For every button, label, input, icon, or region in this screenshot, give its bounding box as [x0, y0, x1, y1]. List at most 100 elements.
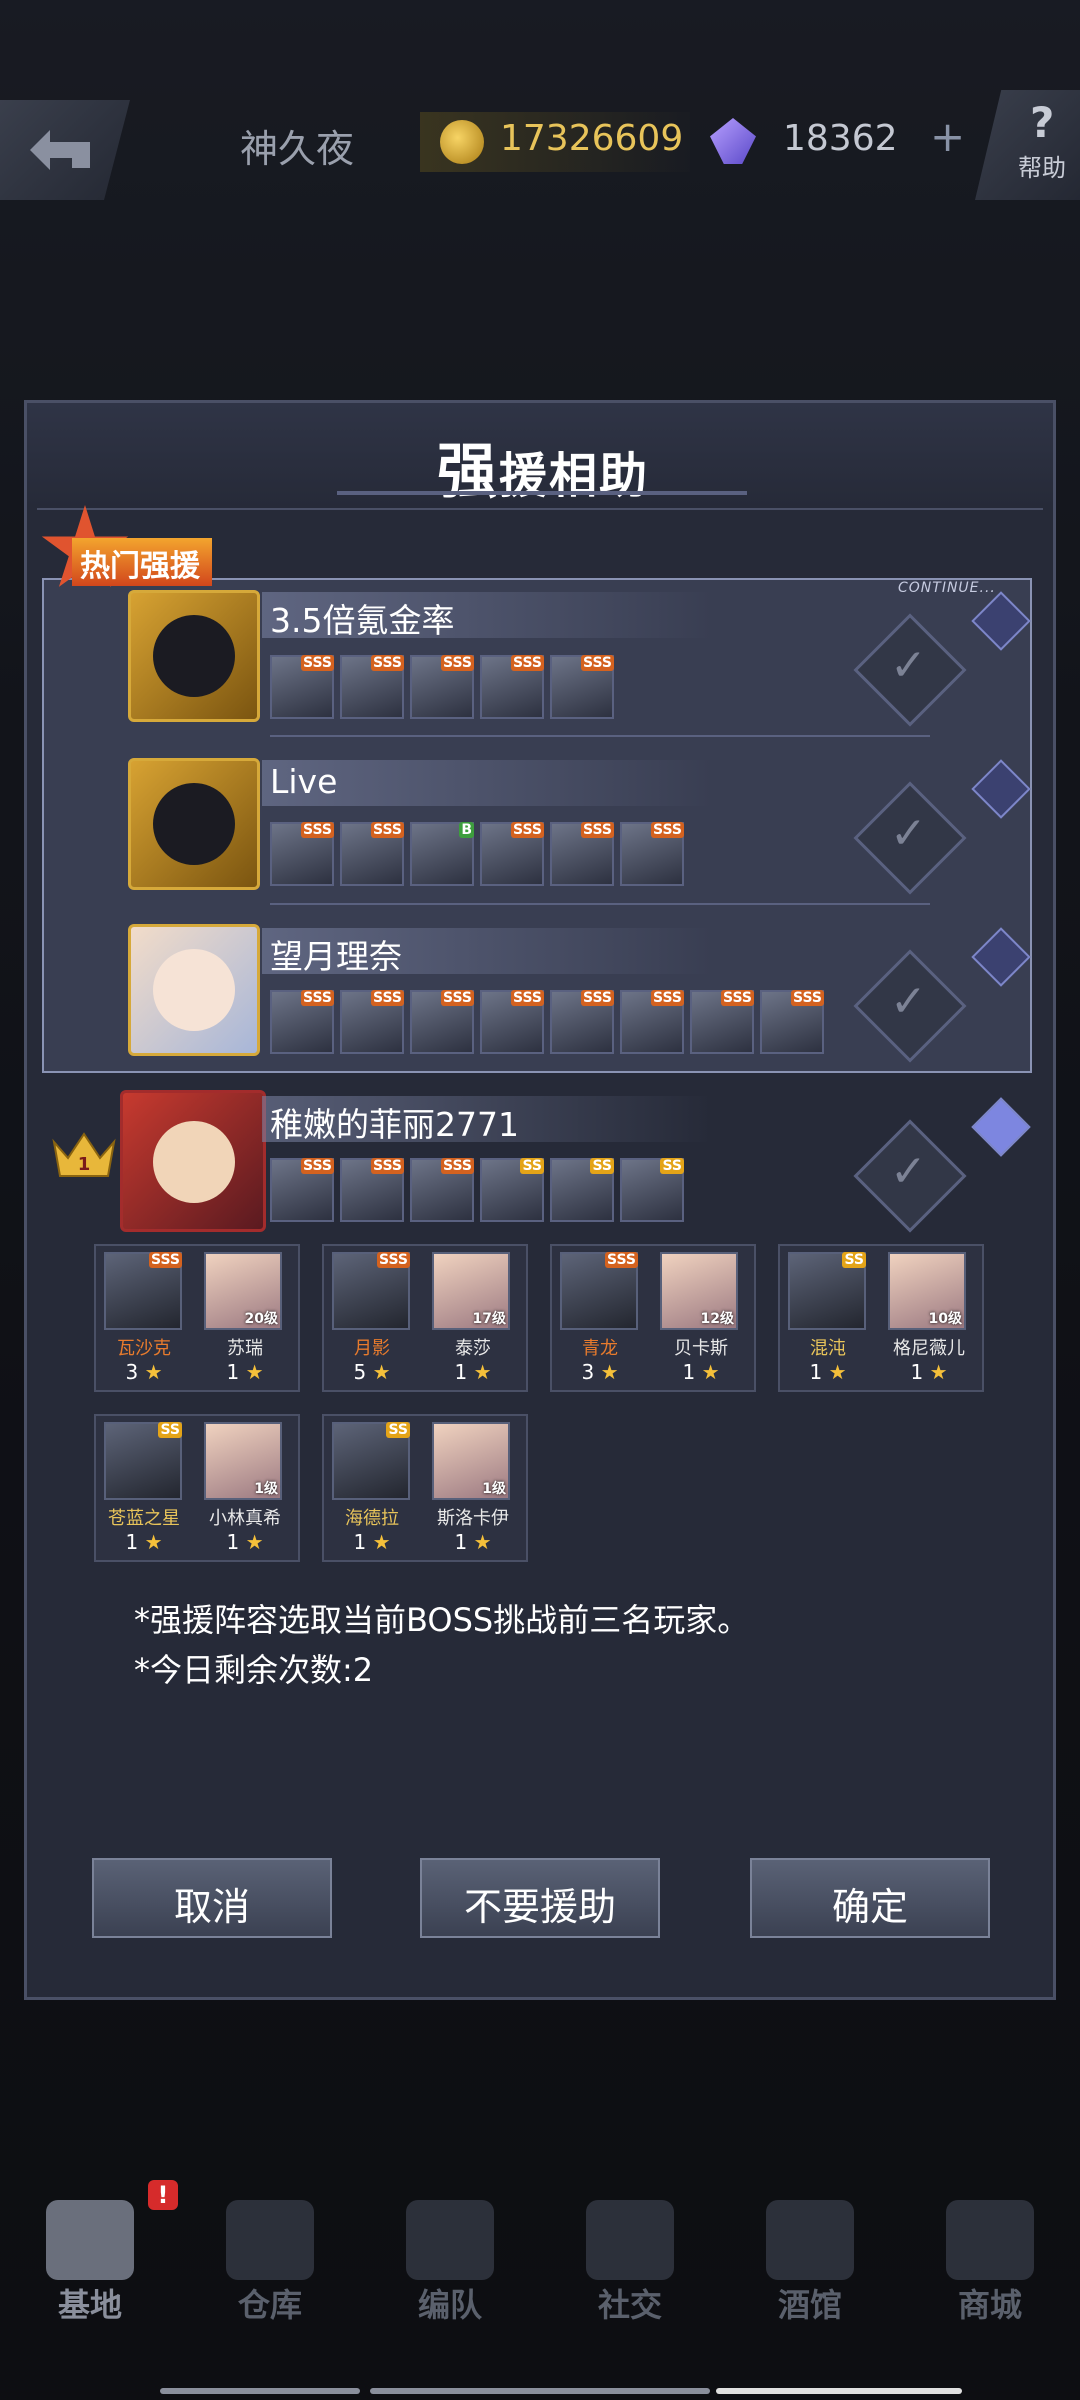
check-icon: ✓ [890, 976, 927, 1027]
mech-stars: 3 ★ [96, 1360, 192, 1384]
handshake-icon [586, 2200, 674, 2280]
rank-tag: SSS [651, 822, 684, 838]
star-count: 1 [125, 1530, 139, 1554]
star-icon: ★ [144, 1530, 163, 1554]
mech-portrait: SS [332, 1422, 410, 1500]
rank-tag: SSS [791, 990, 824, 1006]
star-count: 1 [454, 1530, 468, 1554]
gesture-bar[interactable] [716, 2388, 962, 2394]
nav-tavern[interactable]: 酒馆 [720, 2180, 900, 2330]
unit-icon: SS [480, 1158, 544, 1222]
player-avatar [128, 758, 260, 890]
nav-formation[interactable]: 编队 [360, 2180, 540, 2330]
unit-icon: SSS [550, 990, 614, 1054]
star-icon: ★ [929, 1360, 948, 1384]
title-underline [337, 491, 747, 495]
back-button[interactable] [0, 100, 130, 200]
pilot-level: 1级 [482, 1481, 506, 1497]
nav-social[interactable]: 社交 [540, 2180, 720, 2330]
unit-icon: SSS [410, 1158, 474, 1222]
header-divider [37, 508, 1043, 510]
player-name: 神久夜 [240, 127, 355, 171]
nav-label: 酒馆 [777, 2286, 842, 2324]
mech-pilot-card[interactable]: SSS 20级 瓦沙克 苏瑞 3 ★ 1 ★ [94, 1244, 300, 1392]
mech-pilot-card[interactable]: SS 1级 苍蓝之星 小林真希 1 ★ 1 ★ [94, 1414, 300, 1562]
no-support-button-label: 不要援助 [463, 1885, 616, 1929]
star-count: 1 [910, 1360, 924, 1384]
pilot-stars: 1 ★ [648, 1360, 754, 1384]
unit-icon: SSS [480, 990, 544, 1054]
unit-icon: SSS [340, 990, 404, 1054]
star-icon: ★ [245, 1530, 264, 1554]
unit-icon: SSS [480, 822, 544, 886]
gem-amount: 18362 [783, 118, 898, 159]
nav-label: 社交 [597, 2286, 662, 2324]
mech-pilot-card[interactable]: SS 1级 海德拉 斯洛卡伊 1 ★ 1 ★ [322, 1414, 528, 1562]
row-divider [270, 735, 930, 737]
notification-badge: ! [148, 2180, 178, 2210]
rank-tag: SSS [149, 1252, 182, 1268]
cancel-button[interactable]: 取消 [92, 1858, 332, 1938]
rank-tag: SSS [301, 822, 334, 838]
mech-pilot-card[interactable]: SS 10级 混沌 格尼薇儿 1 ★ 1 ★ [778, 1244, 984, 1392]
star-count: 1 [682, 1360, 696, 1384]
crown-rank: 1 [78, 1154, 91, 1175]
formation-icon [406, 2200, 494, 2280]
rank-tag: SSS [371, 990, 404, 1006]
mech-name: 月影 [354, 1338, 390, 1359]
star-count: 1 [226, 1360, 240, 1384]
rank-tag: SS [158, 1422, 182, 1438]
pilot-name: 斯洛卡伊 [437, 1508, 509, 1529]
nav-label: 商城 [957, 2286, 1022, 2324]
confirm-button[interactable]: 确定 [750, 1858, 990, 1938]
unit-icon: SSS [410, 655, 474, 719]
remaining-attempts-note: *今日剩余次数:2 [134, 1651, 374, 1689]
gold-amount: 17326609 [500, 118, 684, 159]
rank-tag: SSS [441, 1158, 474, 1174]
player-avatar [128, 590, 260, 722]
rank-tag: SSS [511, 655, 544, 671]
pilot-portrait: 1级 [432, 1422, 510, 1500]
pilot-portrait: 1级 [204, 1422, 282, 1500]
pilot-level: 20级 [244, 1311, 278, 1327]
star-icon: ★ [473, 1530, 492, 1554]
star-icon: ★ [144, 1360, 163, 1384]
gesture-bar-segment [160, 2388, 360, 2394]
nav-shop[interactable]: 商城 [900, 2180, 1080, 2330]
nav-warehouse[interactable]: 仓库 [180, 2180, 360, 2330]
unit-icon: SS [620, 1158, 684, 1222]
dialog-title: 强援相助 [27, 423, 1059, 510]
no-support-button[interactable]: 不要援助 [420, 1858, 660, 1938]
shop-icon [946, 2200, 1034, 2280]
pilot-level: 10级 [928, 1311, 962, 1327]
rank-tag: SS [590, 1158, 614, 1174]
rank-tag: SSS [581, 822, 614, 838]
help-question-icon: ? [1030, 98, 1055, 147]
rank-tag: SS [520, 1158, 544, 1174]
pilot-portrait: 12级 [660, 1252, 738, 1330]
rank-tag: SSS [441, 990, 474, 1006]
rank-tag: SSS [605, 1252, 638, 1268]
check-icon: ✓ [890, 1146, 927, 1197]
rank-tag: SS [386, 1422, 410, 1438]
mech-name: 瓦沙克 [117, 1338, 171, 1359]
mech-name: 青龙 [582, 1338, 618, 1359]
add-gems-button[interactable]: + [930, 112, 965, 161]
rank-tag: SSS [371, 1158, 404, 1174]
dialog-title-rest: 援相助 [498, 448, 649, 504]
mech-stars: 3 ★ [552, 1360, 648, 1384]
pilot-stars: 1 ★ [876, 1360, 982, 1384]
star-icon: ★ [473, 1360, 492, 1384]
mech-pilot-card[interactable]: SSS 12级 青龙 贝卡斯 3 ★ 1 ★ [550, 1244, 756, 1392]
continue-tag: CONTINUE... [898, 580, 996, 596]
hot-support-label: 热门强援 [80, 549, 200, 584]
pilot-name: 格尼薇儿 [893, 1338, 965, 1359]
help-button[interactable] [975, 90, 1080, 200]
rank-tag: SSS [301, 990, 334, 1006]
mech-pilot-card[interactable]: SSS 17级 月影 泰莎 5 ★ 1 ★ [322, 1244, 528, 1392]
dialog-title-first-char: 强 [436, 437, 499, 507]
unit-icon: SSS [620, 822, 684, 886]
star-icon: ★ [372, 1530, 391, 1554]
unit-icon: SSS [760, 990, 824, 1054]
pilot-level: 12级 [700, 1311, 734, 1327]
